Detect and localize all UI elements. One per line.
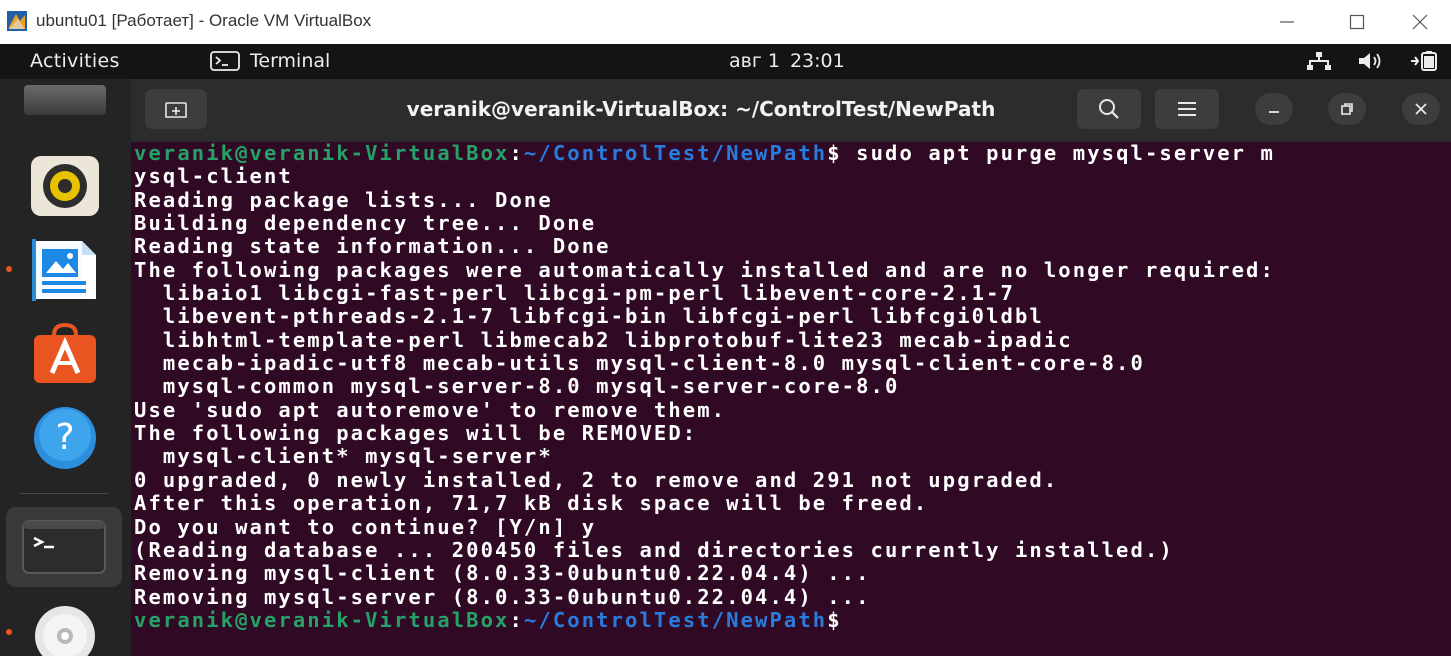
terminal-title: veranik@veranik-VirtualBox: ~/ControlTes… xyxy=(406,97,996,121)
terminal-output-line: ysql-client xyxy=(134,164,293,189)
terminal-output-line: After this operation, 71,7 kB disk space… xyxy=(134,491,929,516)
new-tab-button[interactable] xyxy=(145,89,207,129)
running-indicator xyxy=(6,629,12,635)
terminal-output: veranik@veranik-VirtualBox:~/ControlTest… xyxy=(134,142,1275,632)
gnome-top-bar: Activities Terminal авг 1 23:01 xyxy=(0,44,1451,79)
clock[interactable]: авг 1 23:01 xyxy=(729,50,845,72)
app-menu-label: Terminal xyxy=(250,50,331,72)
terminal-output-line: (Reading database ... 200450 files and d… xyxy=(134,537,1174,562)
terminal-icon xyxy=(22,520,106,574)
clock-time: 23:01 xyxy=(789,50,845,72)
dock-separator xyxy=(20,493,108,494)
terminal-output-line: Reading package lists... Done xyxy=(134,187,553,212)
prompt-path: ~/ControlTest/NewPath xyxy=(523,142,828,165)
terminal-minimize-button[interactable] xyxy=(1255,93,1293,125)
command-text: sudo apt purge mysql-server m xyxy=(841,142,1275,165)
terminal-output-line: Use 'sudo apt autoremove' to remove them… xyxy=(134,397,727,422)
help-icon: ? xyxy=(34,407,96,469)
power-icon xyxy=(1411,51,1437,71)
terminal-output-line: The following packages were automaticall… xyxy=(134,257,1275,282)
close-icon xyxy=(1412,14,1428,30)
dock-item-writer[interactable] xyxy=(17,233,113,307)
hamburger-menu-icon xyxy=(1178,102,1196,116)
rhythmbox-icon xyxy=(31,156,99,216)
terminal-output-line: 0 upgraded, 0 newly installed, 2 to remo… xyxy=(134,467,1059,492)
dock: ? xyxy=(0,79,131,656)
svg-text:?: ? xyxy=(55,417,74,458)
minimize-button[interactable] xyxy=(1255,0,1319,44)
terminal-output-line: mysql-common mysql-server-8.0 mysql-serv… xyxy=(134,374,900,399)
disc-icon xyxy=(35,606,95,656)
terminal-output-line: mecab-ipadic-utf8 mecab-utils mysql-clie… xyxy=(134,351,1145,376)
terminal-output-line: libaio1 libcgi-fast-perl libcgi-pm-perl … xyxy=(134,281,1015,306)
prompt-separator: : xyxy=(509,607,524,632)
prompt-user: veranik@veranik-VirtualBox xyxy=(134,607,510,632)
restore-icon xyxy=(1341,103,1353,115)
prompt-line: veranik@veranik-VirtualBox:~/ControlTest… xyxy=(134,142,1275,165)
terminal-output-line: libevent-pthreads-2.1-7 libfcgi-bin libf… xyxy=(134,304,1044,329)
terminal-output-line: Removing mysql-server (8.0.33-0ubuntu0.2… xyxy=(134,584,871,609)
dock-item-rhythmbox[interactable] xyxy=(17,149,113,223)
maximize-button[interactable] xyxy=(1325,0,1389,44)
system-tray[interactable] xyxy=(1305,51,1439,71)
search-icon xyxy=(1099,99,1119,119)
prompt-dollar: $ xyxy=(827,607,842,632)
terminal-restore-button[interactable] xyxy=(1328,93,1366,125)
terminal-output-line: Reading state information... Done xyxy=(134,234,611,259)
prompt-separator: : xyxy=(509,142,524,165)
running-indicator xyxy=(6,266,12,272)
terminal-output-line: The following packages will be REMOVED: xyxy=(134,421,698,446)
menu-button[interactable] xyxy=(1155,89,1219,129)
terminal-output-line: libhtml-template-perl libmecab2 libproto… xyxy=(134,327,1073,352)
terminal-output-line: Building dependency tree... Done xyxy=(134,211,597,236)
terminal-output-line: mysql-client* mysql-server* xyxy=(134,444,553,469)
dock-item-unknown[interactable] xyxy=(17,79,113,127)
terminal-body[interactable]: veranik@veranik-VirtualBox:~/ControlTest… xyxy=(131,142,1451,656)
dock-item-software[interactable] xyxy=(17,317,113,391)
dock-item-terminal[interactable] xyxy=(6,507,122,587)
terminal-output-line: Removing mysql-client (8.0.33-0ubuntu0.2… xyxy=(134,561,871,586)
prompt-user: veranik@veranik-VirtualBox xyxy=(134,142,510,165)
prompt-line: veranik@veranik-VirtualBox:~/ControlTest… xyxy=(134,607,1275,632)
terminal-close-button[interactable] xyxy=(1402,93,1440,125)
libreoffice-writer-icon xyxy=(32,239,96,301)
activities-button[interactable]: Activities xyxy=(30,50,120,72)
volume-icon xyxy=(1359,53,1381,69)
terminal-output-line: Do you want to continue? [Y/n] y xyxy=(134,514,597,539)
terminal-icon xyxy=(210,51,240,71)
minimize-icon xyxy=(1269,111,1279,113)
search-button[interactable] xyxy=(1077,89,1141,129)
ubuntu-software-icon xyxy=(34,323,96,383)
app-menu-button[interactable]: Terminal xyxy=(210,50,330,72)
close-button[interactable] xyxy=(1388,0,1451,44)
dock-item-help[interactable]: ? xyxy=(17,401,113,475)
network-icon xyxy=(1307,52,1331,70)
terminal-header-bar: veranik@veranik-VirtualBox: ~/ControlTes… xyxy=(131,79,1451,142)
virtualbox-logo-icon xyxy=(6,10,28,32)
new-tab-icon xyxy=(165,102,187,118)
maximize-icon xyxy=(1349,14,1365,30)
prompt-path: ~/ControlTest/NewPath xyxy=(523,607,828,632)
minimize-icon xyxy=(1280,21,1294,23)
app-icon xyxy=(24,85,106,115)
virtualbox-title-bar: ubuntu01 [Работает] - Oracle VM VirtualB… xyxy=(0,0,1451,44)
clock-date: авг 1 xyxy=(729,50,780,72)
prompt-dollar: $ xyxy=(827,142,842,165)
close-icon xyxy=(1415,103,1427,115)
window-title: ubuntu01 [Работает] - Oracle VM VirtualB… xyxy=(36,11,372,30)
dock-item-disc[interactable] xyxy=(17,599,113,656)
